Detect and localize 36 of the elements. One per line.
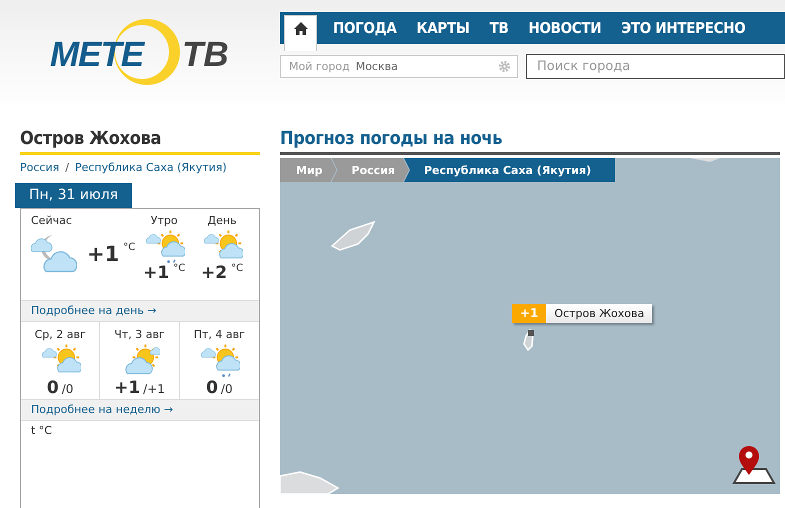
day-label: Пт, 4 авг <box>194 328 245 341</box>
chart-axis-label: t °C <box>30 423 53 439</box>
date-tab[interactable]: Пн, 31 июля <box>15 183 132 208</box>
marker-place-name: Остров Жохова <box>546 304 652 323</box>
part-label: День <box>208 214 237 227</box>
search-field[interactable]: Поиск города <box>526 54 785 79</box>
day-label: Ср, 2 авг <box>34 328 86 341</box>
city-value: Москва <box>356 60 399 73</box>
breadcrumb-tab[interactable]: Республика Саха (Якутия) <box>404 158 616 182</box>
map-marker-label[interactable]: +1 Остров Жохова <box>512 304 652 323</box>
logo-text: ТВ <box>182 35 229 75</box>
day-label: Чт, 3 авг <box>114 328 165 341</box>
map-pin-icon[interactable] <box>732 445 776 485</box>
nav-tab[interactable]: ЭТО ИНТЕРЕСНО <box>611 12 756 44</box>
breadcrumb-link[interactable]: Россия <box>20 161 60 174</box>
nav-tab[interactable]: ПОГОДА <box>323 12 406 44</box>
breadcrumb-separator: / <box>65 161 69 174</box>
day-temperature: 0 /0 <box>206 378 233 398</box>
home-tab[interactable] <box>284 15 317 51</box>
home-icon <box>292 21 308 36</box>
breadcrumb-link[interactable]: Республика Саха (Якутия) <box>74 161 227 174</box>
nav-tab[interactable]: НОВОСТИ <box>518 12 612 44</box>
now-label: Сейчас <box>31 214 72 227</box>
day-temperature: 0 /0 <box>46 378 74 398</box>
nav-tab[interactable]: ТВ <box>480 12 518 44</box>
moon-cloud-icon <box>31 233 77 275</box>
forecast-title: Прогноз погоды на ночь <box>280 128 780 155</box>
my-city-field[interactable]: Мой город Москва <box>280 55 518 78</box>
place-title: Остров Жохова <box>20 128 260 155</box>
part-temperature: +2 °C <box>201 263 244 283</box>
field-label: Мой город <box>289 60 350 73</box>
part-label: Утро <box>150 214 178 227</box>
part-temperature: +1 °C <box>143 263 186 283</box>
day-temperature: +1 /+1 <box>114 378 165 398</box>
nav-tab[interactable]: КАРТЫ <box>406 12 480 44</box>
marker-temperature: +1 <box>512 304 546 323</box>
